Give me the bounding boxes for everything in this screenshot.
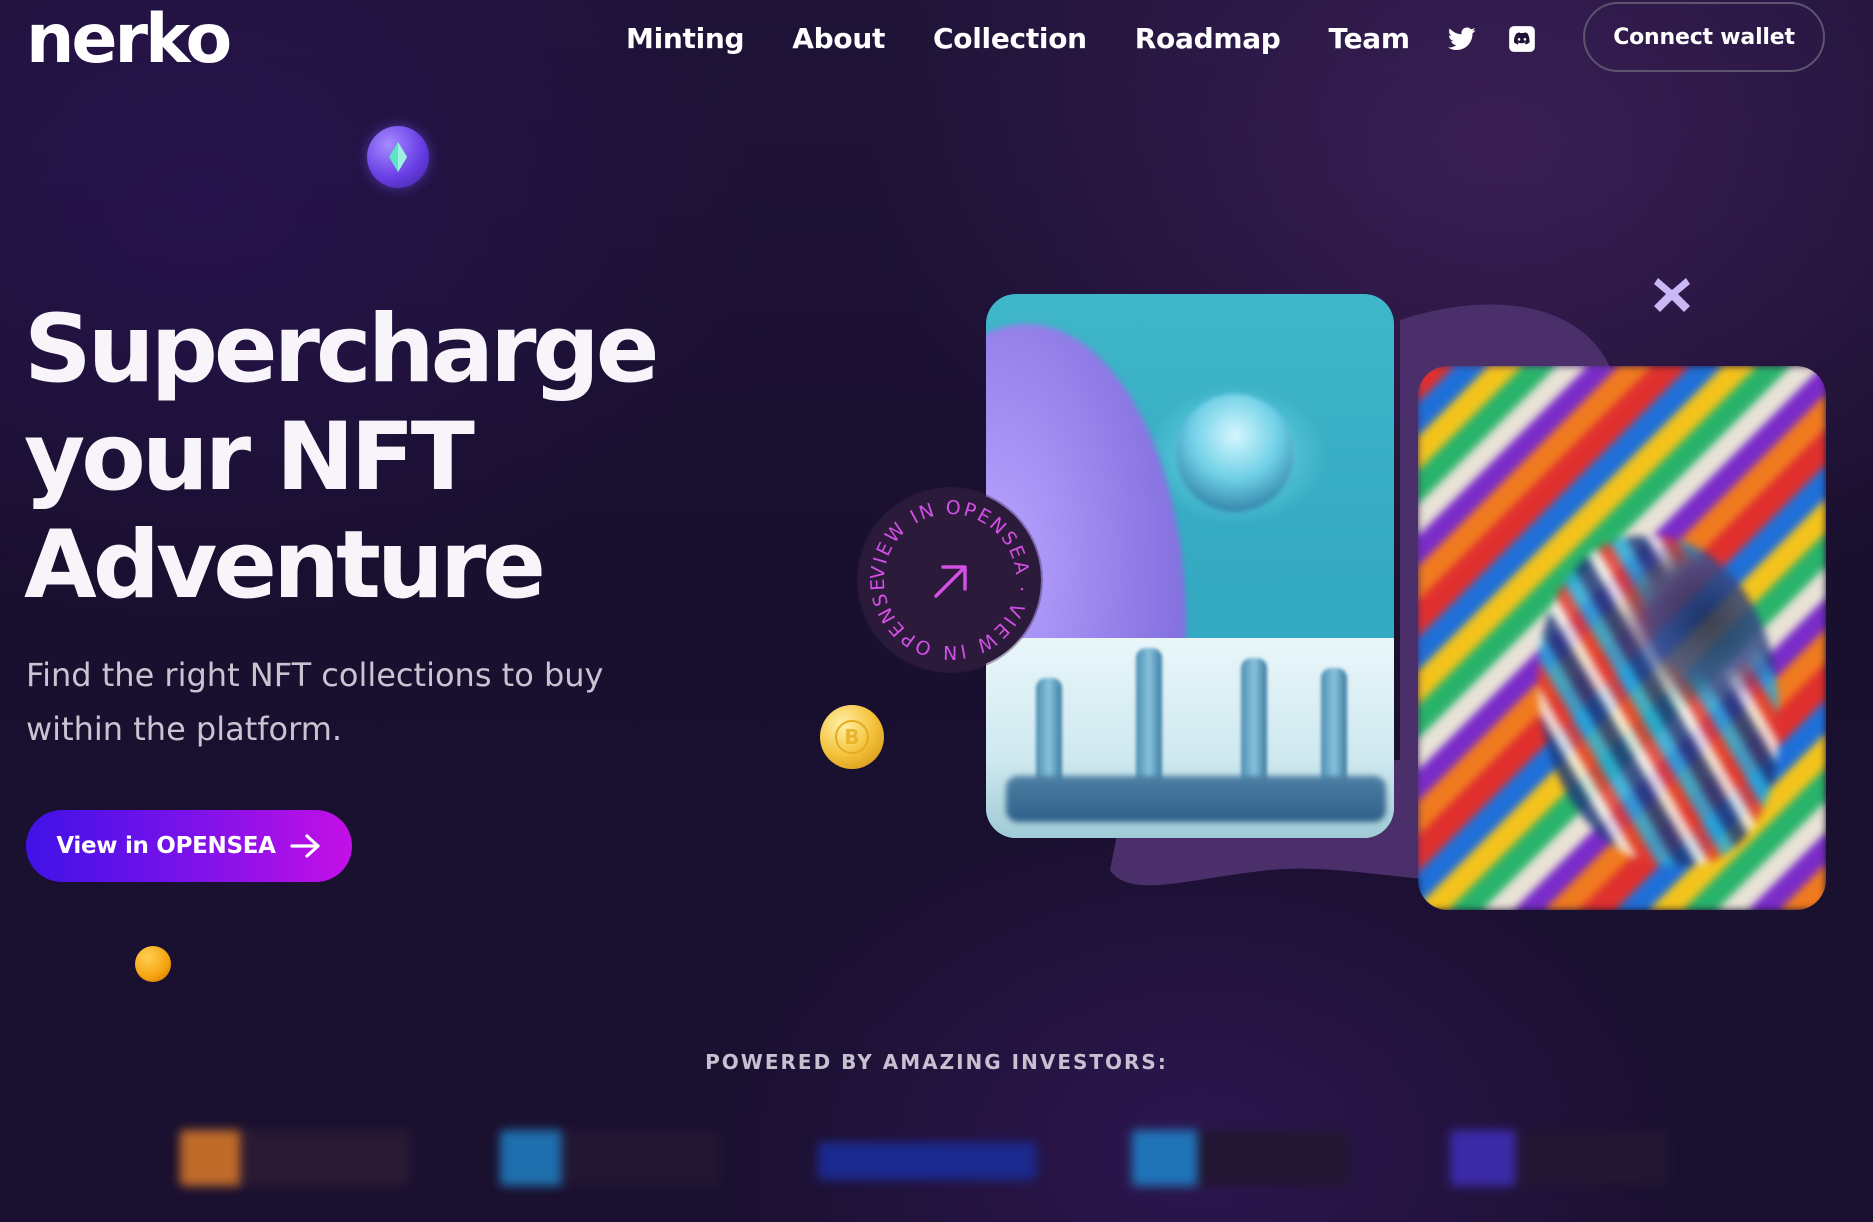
- opensea-badge[interactable]: VIEW IN OPENSEA · VIEW IN OPENSEA ·: [851, 472, 1041, 671]
- opensea-ring-text: VIEW IN OPENSEA · VIEW IN OPENSEA ·: [859, 489, 1033, 663]
- ethereum-coin-icon: [367, 126, 429, 188]
- abstract-pattern: [1418, 366, 1826, 910]
- arrow-right-icon: [290, 834, 320, 858]
- discord-icon[interactable]: [1505, 22, 1539, 56]
- cta-label: View in OPENSEA: [56, 833, 276, 859]
- nav-link-collection[interactable]: Collection: [933, 18, 1087, 60]
- main-nav: Minting About Collection Roadmap Team: [626, 18, 1458, 60]
- abstract-figure: [1538, 536, 1778, 866]
- sphere-shape: [1176, 394, 1294, 512]
- nft-card-architecture[interactable]: [986, 294, 1394, 838]
- hero-subtitle: Find the right NFT collections to buy wi…: [26, 656, 604, 748]
- investor-logo-2[interactable]: [500, 1130, 720, 1186]
- investor-logo-5[interactable]: [1450, 1130, 1668, 1186]
- investors-label: POWERED BY AMAZING INVESTORS:: [705, 1050, 1168, 1074]
- twitter-icon[interactable]: [1445, 22, 1479, 56]
- nav-link-minting[interactable]: Minting: [626, 18, 745, 60]
- bitcoin-coin-icon: B: [820, 705, 884, 769]
- nft-card-abstract[interactable]: [1418, 366, 1826, 910]
- svg-text:B: B: [844, 725, 859, 749]
- x-shape-decoration: [1650, 272, 1694, 316]
- orange-dot-decoration: [135, 946, 171, 982]
- investor-logo-1[interactable]: [180, 1130, 410, 1186]
- view-in-opensea-button[interactable]: View in OPENSEA: [26, 810, 352, 882]
- nav-link-about[interactable]: About: [792, 18, 885, 60]
- connect-wallet-button[interactable]: Connect wallet: [1583, 2, 1825, 72]
- hero-title-line-2: your NFT: [24, 403, 475, 512]
- arrow-up-right-icon: [934, 565, 967, 598]
- nav-link-roadmap[interactable]: Roadmap: [1135, 18, 1281, 60]
- hero-title-line-1: Supercharge: [24, 295, 659, 404]
- nav-link-team[interactable]: Team: [1329, 18, 1411, 60]
- hero-title: Supercharge your NFT Adventure: [24, 295, 659, 620]
- base-shape: [1006, 776, 1386, 822]
- investor-logo-4[interactable]: [1132, 1130, 1350, 1186]
- investor-logo-3[interactable]: [818, 1142, 1036, 1180]
- logo[interactable]: nerko: [26, 2, 232, 78]
- hero-title-line-3: Adventure: [24, 511, 546, 620]
